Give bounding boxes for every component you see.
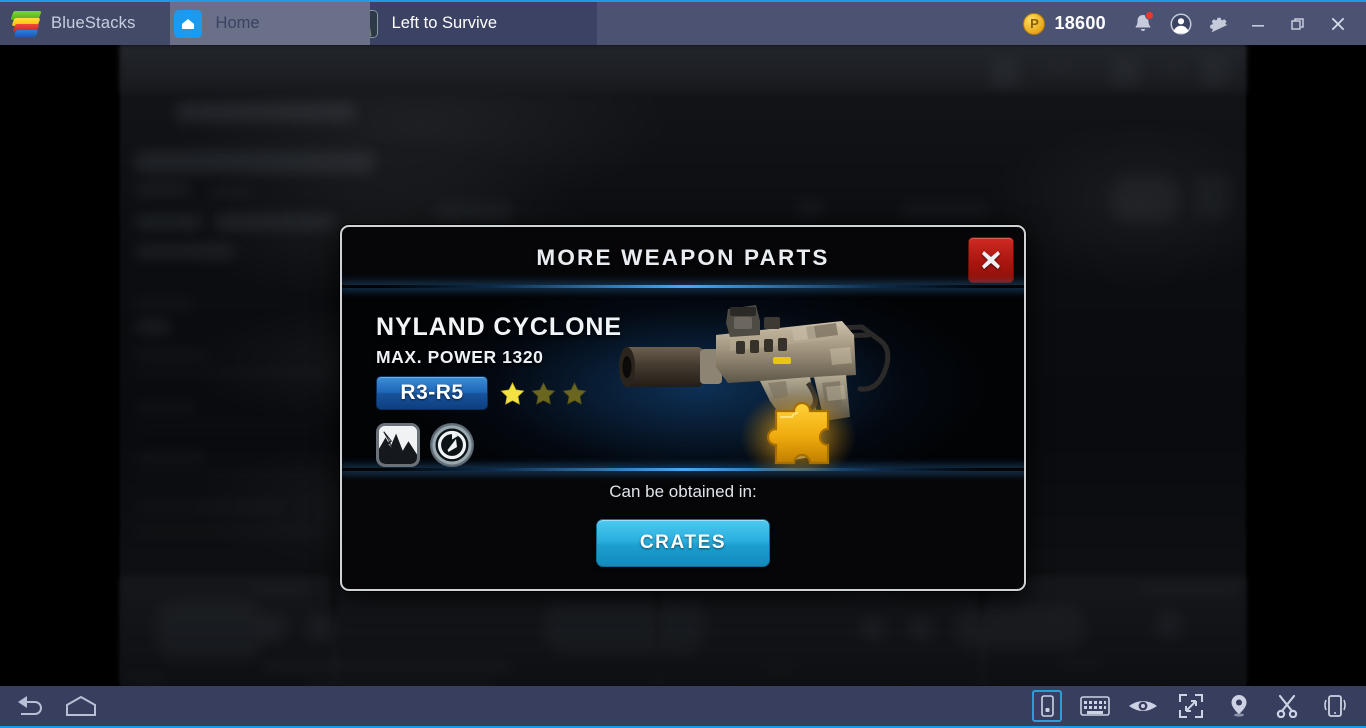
back-arrow-icon[interactable] <box>8 686 50 726</box>
bg-blur-shape <box>1110 59 1140 85</box>
home-app-icon <box>173 9 202 38</box>
bg-blur-shape <box>135 215 201 229</box>
tab-home-label: Home <box>215 14 260 32</box>
bg-blur-shape <box>545 600 705 655</box>
restore-button[interactable] <box>1278 2 1318 45</box>
bg-blur-shape <box>900 203 990 217</box>
tab-home[interactable]: Home <box>151 2 370 45</box>
bg-blur-shape <box>135 321 171 333</box>
bg-blur-shape <box>1195 175 1229 219</box>
bg-blur-shape <box>175 103 355 121</box>
obtained-in-label: Can be obtained in: <box>609 482 757 501</box>
minimize-button[interactable] <box>1238 2 1278 45</box>
bg-blur-shape <box>155 600 265 660</box>
points-value: 18600 <box>1054 13 1106 33</box>
bg-blur-shape <box>795 200 825 216</box>
bottom-toolbar-left <box>0 686 102 726</box>
game-viewport[interactable]: MORE WEAPON PARTS NYLAND CYCLONE MAX. PO… <box>0 45 1366 686</box>
bluestacks-logo <box>10 10 42 37</box>
crates-button[interactable]: CRATES <box>596 519 770 567</box>
bg-blur-shape <box>126 675 166 684</box>
bg-blur-shape <box>1110 175 1180 223</box>
notification-badge <box>1145 11 1154 20</box>
bg-blur-shape <box>135 473 330 478</box>
bg-blur-shape <box>1140 585 1240 595</box>
bg-blur-shape <box>1160 65 1186 75</box>
bluestacks-brand[interactable]: BlueStacks <box>0 2 170 45</box>
bg-blur-shape <box>215 215 335 229</box>
bg-blur-shape <box>135 529 320 536</box>
panel-top-glow-divider <box>342 285 1024 288</box>
bg-blur-shape <box>135 453 207 462</box>
bg-blur-shape <box>135 245 235 258</box>
shake-phone-icon[interactable] <box>1314 686 1356 726</box>
weapon-showcase-panel: NYLAND CYCLONE MAX. POWER 1320 R3-R5 <box>342 285 1024 482</box>
bg-blur-shape <box>135 351 207 360</box>
close-button[interactable] <box>1318 2 1358 45</box>
bg-blur-shape <box>1155 610 1183 640</box>
bg-blur-shape <box>206 186 258 195</box>
damage-perk-icon[interactable] <box>376 423 420 467</box>
star-icon-filled <box>500 382 525 405</box>
dialog-close-button[interactable] <box>968 237 1014 283</box>
weapon-artwork <box>610 291 1010 482</box>
notifications-icon[interactable] <box>1124 2 1162 45</box>
bg-blur-shape <box>860 615 886 641</box>
phone-rotate-icon[interactable] <box>1026 686 1068 726</box>
bg-blur-shape <box>135 403 197 412</box>
weapon-name: NYLAND CYCLONE <box>376 313 622 341</box>
scissors-icon[interactable] <box>1266 686 1308 726</box>
more-weapon-parts-dialog: MORE WEAPON PARTS NYLAND CYCLONE MAX. PO… <box>340 225 1026 591</box>
eye-icon[interactable] <box>1122 686 1164 726</box>
dialog-title: MORE WEAPON PARTS <box>536 245 830 270</box>
titlebar: BlueStacks Home Left to Survive P 18600 <box>0 0 1366 45</box>
bg-blur-shape <box>135 371 330 376</box>
bg-blur-shape <box>1200 57 1228 87</box>
points-coin-icon: P <box>1023 12 1046 35</box>
account-icon[interactable] <box>1162 2 1200 45</box>
bg-blur-shape <box>250 585 310 595</box>
bluestacks-brand-label: BlueStacks <box>51 14 136 32</box>
bg-blur-shape <box>908 615 934 641</box>
location-pin-icon[interactable] <box>1218 686 1260 726</box>
bg-blur-shape <box>1055 660 1105 668</box>
bg-blur-shape <box>1040 65 1080 75</box>
bg-blur-shape <box>135 151 375 173</box>
reload-speed-perk-icon[interactable] <box>430 423 474 467</box>
titlebar-actions: P 18600 <box>1023 2 1366 45</box>
bg-blur-shape <box>955 605 1085 650</box>
home-outline-icon[interactable] <box>60 686 102 726</box>
weapon-star-rating <box>500 381 587 406</box>
bg-blur-shape <box>135 301 193 310</box>
bg-blur-shape <box>435 203 513 219</box>
tab-left-to-survive-label: Left to Survive <box>391 14 498 32</box>
bg-blur-shape <box>135 423 330 428</box>
weapon-rank-badge: R3-R5 <box>376 376 488 410</box>
bg-blur-shape <box>135 503 285 511</box>
points-indicator[interactable]: P 18600 <box>1023 12 1106 35</box>
bg-blur-shape <box>135 184 191 196</box>
settings-gear-icon[interactable] <box>1200 2 1238 45</box>
bg-blur-shape <box>990 59 1020 87</box>
bg-blur-shape <box>760 663 800 671</box>
weapon-perks <box>376 423 474 467</box>
bg-blur-shape <box>306 613 336 643</box>
keyboard-icon[interactable] <box>1074 686 1116 726</box>
bg-blur-shape <box>258 613 288 643</box>
fullscreen-expand-icon[interactable] <box>1170 686 1212 726</box>
bottom-toolbar <box>0 686 1366 728</box>
star-icon-empty <box>562 382 587 405</box>
bottom-toolbar-right <box>1026 686 1366 726</box>
weapon-max-power: MAX. POWER 1320 <box>376 347 544 367</box>
star-icon-empty <box>531 382 556 405</box>
bg-blur-shape <box>262 662 512 672</box>
